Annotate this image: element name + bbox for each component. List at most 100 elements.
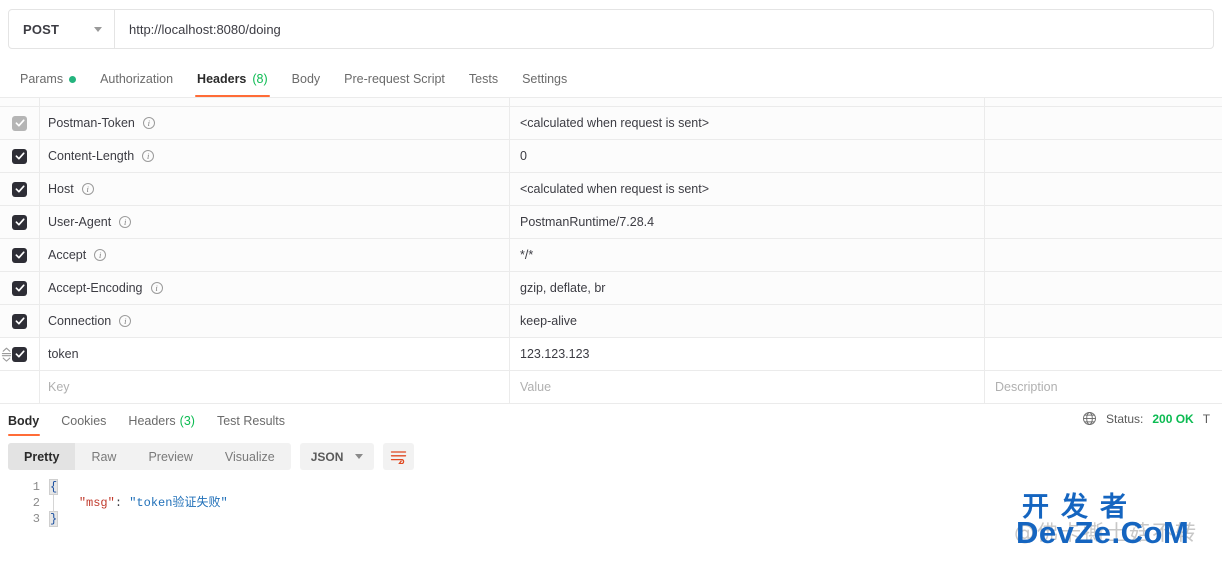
code-line-1: { xyxy=(48,479,1214,495)
row-value-cell[interactable]: <calculated when request is sent> xyxy=(510,173,985,205)
row-enable-checkbox[interactable] xyxy=(12,115,27,131)
row-checkbox-cell xyxy=(0,305,40,337)
row-enable-checkbox[interactable] xyxy=(12,247,27,263)
view-mode-visualize[interactable]: Visualize xyxy=(209,443,291,470)
info-icon[interactable]: i xyxy=(142,150,155,162)
response-language-select[interactable]: JSON xyxy=(299,443,375,470)
row-key-cell[interactable]: User-Agent i xyxy=(40,206,510,238)
table-row[interactable]: Postman-Token i <calculated when request i… xyxy=(0,107,1222,140)
response-tab-headers[interactable]: Headers (3) xyxy=(117,406,206,436)
row-key-cell[interactable]: Postman-Token i xyxy=(40,107,510,139)
tab-authorization[interactable]: Authorization xyxy=(88,64,185,94)
response-view-mode-group: Pretty Raw Preview Visualize xyxy=(8,443,291,470)
row-checkbox-cell xyxy=(0,239,40,271)
table-row[interactable]: Content-Length i 0 xyxy=(0,140,1222,173)
code-line-3: } xyxy=(48,511,1214,527)
http-method-select[interactable]: POST xyxy=(9,10,115,48)
response-tab-cookies-label: Cookies xyxy=(61,414,107,428)
table-row[interactable]: Host i <calculated when request is sent> xyxy=(0,173,1222,206)
row-drag-handle[interactable] xyxy=(0,346,12,362)
new-row-checkbox-cell xyxy=(0,371,40,403)
url-input[interactable]: http://localhost:8080/doing xyxy=(115,10,1213,48)
info-icon[interactable]: i xyxy=(119,216,132,228)
response-tab-test-results[interactable]: Test Results xyxy=(206,406,296,436)
row-value-cell[interactable]: 123.123.123 xyxy=(510,338,985,370)
tab-settings[interactable]: Settings xyxy=(510,64,579,94)
row-checkbox-cell xyxy=(0,173,40,205)
row-description-cell[interactable] xyxy=(985,107,1222,139)
tab-params[interactable]: Params xyxy=(8,64,88,94)
row-value-cell[interactable]: 0 xyxy=(510,140,985,172)
row-enable-checkbox[interactable] xyxy=(12,313,27,329)
params-indicator-dot xyxy=(69,75,77,83)
new-row-key-placeholder: Key xyxy=(48,380,70,394)
table-row[interactable]: User-Agent i PostmanRuntime/7.28.4 xyxy=(0,206,1222,239)
response-tab-body-label: Body xyxy=(8,414,40,428)
row-description-cell[interactable] xyxy=(985,305,1222,337)
view-mode-raw[interactable]: Raw xyxy=(75,443,132,470)
info-icon[interactable]: i xyxy=(150,282,163,294)
new-row-key-input[interactable]: Key xyxy=(40,371,510,403)
row-description-cell[interactable] xyxy=(985,272,1222,304)
row-value-cell[interactable]: keep-alive xyxy=(510,305,985,337)
tab-headers[interactable]: Headers (8) xyxy=(185,64,280,97)
tab-pre-request-script-label: Pre-request Script xyxy=(344,72,445,86)
response-body-code[interactable]: 1 2 3 { "msg": "token验证失败" } xyxy=(8,479,1214,527)
info-icon[interactable]: i xyxy=(119,315,132,327)
line-number: 1 xyxy=(32,480,40,494)
row-key-cell[interactable]: Content-Length i xyxy=(40,140,510,172)
response-tab-body[interactable]: Body xyxy=(8,406,50,436)
tab-headers-label: Headers xyxy=(197,72,247,86)
code-lines: { "msg": "token验证失败" } xyxy=(48,479,1214,527)
row-value-cell[interactable]: <calculated when request is sent> xyxy=(510,107,985,139)
row-description-cell[interactable] xyxy=(985,140,1222,172)
response-tab-headers-count: (3) xyxy=(179,414,195,428)
wrap-lines-icon xyxy=(391,451,407,464)
json-separator: : xyxy=(114,496,130,510)
row-enable-checkbox[interactable] xyxy=(12,181,27,197)
headers-table: Postman-Token i <calculated when request i… xyxy=(0,97,1222,404)
row-checkbox-cell xyxy=(0,272,40,304)
table-row[interactable]: Connection i keep-alive xyxy=(0,305,1222,338)
row-enable-checkbox[interactable] xyxy=(12,280,27,296)
row-enable-checkbox[interactable] xyxy=(12,346,27,362)
row-key-cell[interactable]: Connection i xyxy=(40,305,510,337)
row-enable-checkbox[interactable] xyxy=(12,214,27,230)
info-icon[interactable]: i xyxy=(94,249,107,261)
table-row-new-entry[interactable]: Key Value Description xyxy=(0,371,1222,404)
row-value-cell[interactable]: */* xyxy=(510,239,985,271)
response-tab-test-results-label: Test Results xyxy=(216,414,286,428)
tab-body[interactable]: Body xyxy=(280,64,333,94)
info-icon[interactable]: i xyxy=(142,117,155,129)
view-mode-preview[interactable]: Preview xyxy=(132,443,208,470)
info-icon[interactable]: i xyxy=(81,183,94,195)
row-key-cell[interactable]: Host i xyxy=(40,173,510,205)
row-description-cell[interactable] xyxy=(985,239,1222,271)
row-key-cell[interactable]: token xyxy=(40,338,510,370)
row-description-cell[interactable] xyxy=(985,206,1222,238)
view-mode-pretty[interactable]: Pretty xyxy=(8,443,76,470)
row-value-text: <calculated when request is sent> xyxy=(520,182,710,196)
tab-pre-request-script[interactable]: Pre-request Script xyxy=(332,64,457,94)
row-description-cell[interactable] xyxy=(985,173,1222,205)
response-tab-cookies[interactable]: Cookies xyxy=(50,406,117,436)
line-number: 2 xyxy=(32,496,40,510)
row-description-cell[interactable] xyxy=(985,338,1222,370)
row-checkbox-cell xyxy=(0,98,40,106)
response-status-area: Status: 200 OK T xyxy=(1082,411,1222,426)
new-row-value-input[interactable]: Value xyxy=(510,371,985,403)
table-row[interactable]: Accept i */* xyxy=(0,239,1222,272)
row-key-cell[interactable]: Accept-Encoding i xyxy=(40,272,510,304)
chevron-down-icon xyxy=(94,26,102,32)
row-enable-checkbox[interactable] xyxy=(12,148,27,164)
new-row-description-input[interactable]: Description xyxy=(985,371,1222,403)
drag-handle-icon xyxy=(1,347,11,362)
wrap-lines-button[interactable] xyxy=(383,443,415,470)
table-row[interactable]: Accept-Encoding i gzip, deflate, br xyxy=(0,272,1222,305)
tab-tests[interactable]: Tests xyxy=(457,64,510,94)
row-value-cell[interactable]: gzip, deflate, br xyxy=(510,272,985,304)
table-row[interactable]: token 123.123.123 xyxy=(0,338,1222,371)
row-value-cell[interactable]: PostmanRuntime/7.28.4 xyxy=(510,206,985,238)
tab-authorization-label: Authorization xyxy=(100,72,174,86)
row-key-cell[interactable]: Accept i xyxy=(40,239,510,271)
